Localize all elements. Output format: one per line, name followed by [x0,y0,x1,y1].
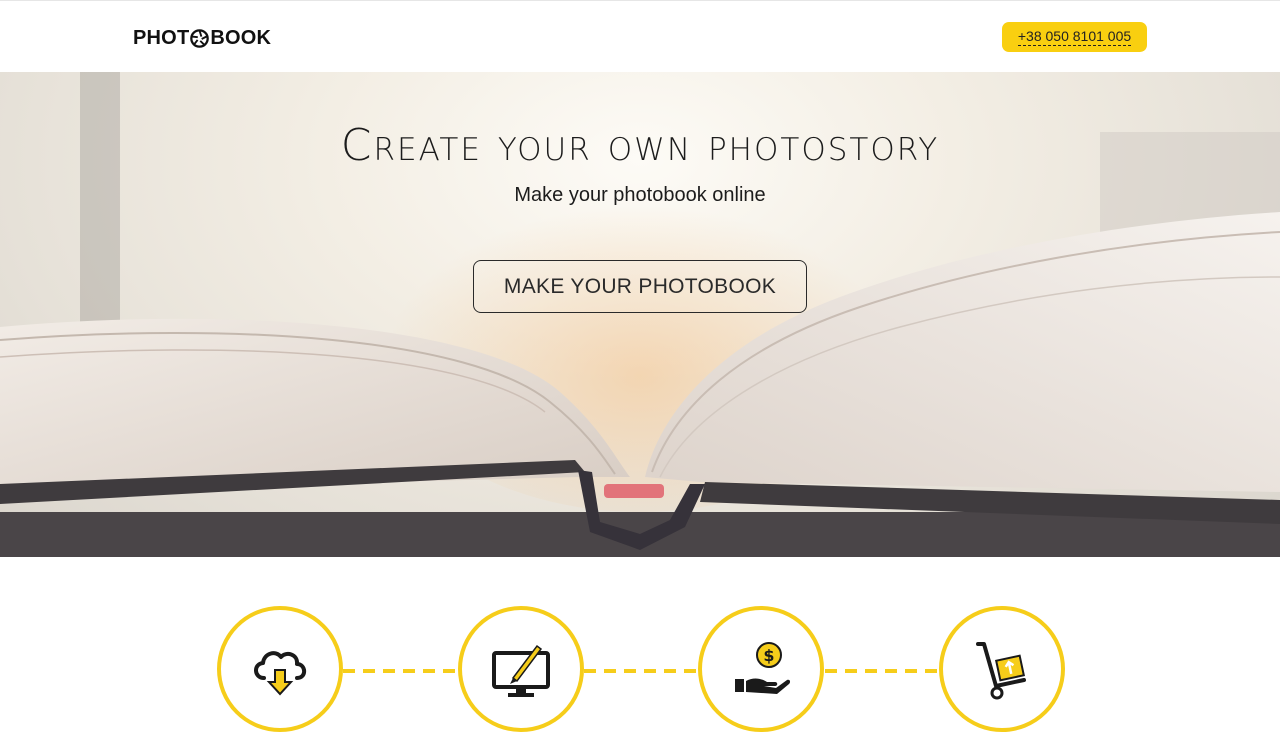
logo-text-right: BOOK [210,26,272,49]
step-connector [584,669,699,673]
phone-button[interactable]: +38 050 8101 005 [1002,22,1147,52]
logo-text-left: PHOT [133,26,190,49]
hero-banner: Create your own photostory Make your pho… [0,72,1280,557]
hero-subtitle: Make your photobook online [514,184,766,206]
cloud-upload-icon [254,651,307,696]
make-photobook-button[interactable]: MAKE YOUR PHOTOBOOK [473,260,807,313]
step-delivery[interactable] [939,606,1065,732]
make-photobook-label: MAKE YOUR PHOTOBOOK [503,274,777,298]
hand-truck-delivery-icon [976,642,1026,700]
phone-number[interactable]: +38 050 8101 005 [1017,28,1132,46]
step-connector [343,669,458,673]
svg-text:$: $ [763,646,774,665]
logo[interactable]: PHOT BOOK [133,25,271,51]
step-design[interactable] [458,606,584,732]
hand-coin-icon: $ [735,642,791,694]
camera-shutter-icon [190,28,210,48]
monitor-edit-icon [492,644,550,697]
steps-section: $ [0,557,1280,732]
step-payment[interactable]: $ [698,606,824,732]
site-header: PHOT BOOK +38 050 8101 005 [0,0,1280,72]
step-upload[interactable] [217,606,343,732]
step-connector [825,669,940,673]
hero-title: Create your own photostory [340,120,940,171]
